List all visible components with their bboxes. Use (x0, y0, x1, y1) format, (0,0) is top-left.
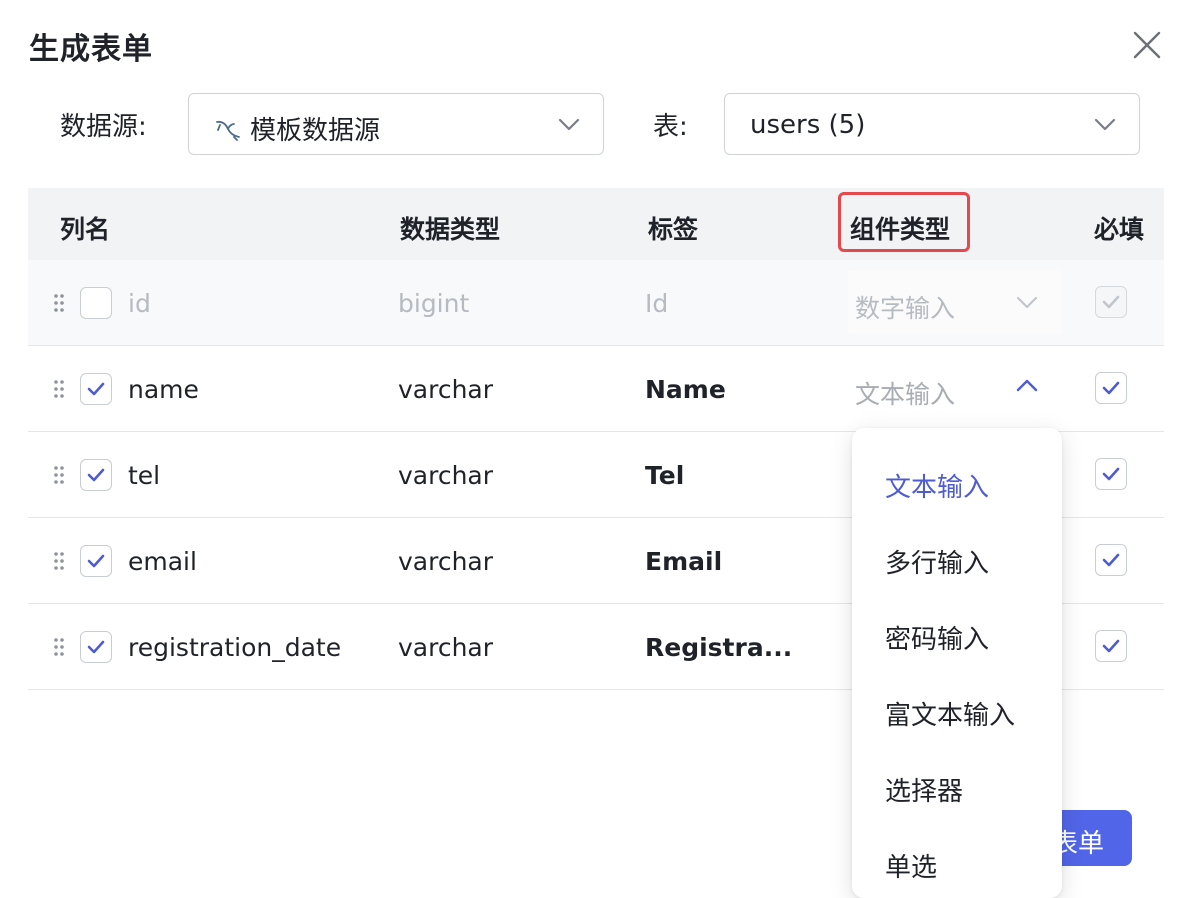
dialog-title: 生成表单 (29, 32, 153, 67)
row-column-name: name (128, 375, 199, 404)
row-column-name: registration_date (128, 633, 342, 662)
table-row: name varchar Name 文本输入 (28, 346, 1164, 432)
checkmark-icon (1102, 295, 1120, 309)
drag-handle-icon[interactable] (52, 550, 66, 572)
dropdown-option-radio[interactable]: 单选 (885, 847, 937, 884)
row-required-checkbox (1095, 286, 1127, 318)
row-component-value: 文本输入 (855, 380, 956, 409)
checkmark-icon (87, 640, 105, 654)
row-component-value: 数字输入 (855, 294, 956, 323)
dropdown-option-text-input[interactable]: 文本输入 (885, 467, 989, 504)
drag-handle-icon[interactable] (52, 378, 66, 400)
dropdown-option-select[interactable]: 选择器 (885, 771, 963, 808)
chevron-down-icon (558, 118, 580, 131)
checkmark-icon (1102, 381, 1120, 395)
row-select-checkbox[interactable] (80, 545, 112, 577)
row-required-checkbox[interactable] (1095, 458, 1127, 490)
highlight-annotation-box (838, 192, 970, 252)
row-select-checkbox[interactable] (80, 373, 112, 405)
drag-handle-icon[interactable] (52, 292, 66, 314)
datasource-value-wrap: 模板数据源 (214, 110, 380, 147)
row-select-checkbox[interactable] (80, 631, 112, 663)
column-header-data-type: 数据类型 (400, 215, 501, 244)
datasource-value: 模板数据源 (250, 116, 381, 146)
checkmark-icon (87, 382, 105, 396)
datasource-label: 数据源: (60, 112, 147, 142)
chevron-down-icon (1016, 296, 1038, 309)
drag-handle-icon[interactable] (52, 464, 66, 486)
row-column-name: id (128, 289, 151, 318)
column-header-name: 列名 (60, 215, 111, 244)
row-data-type: varchar (398, 375, 494, 404)
checkmark-icon (1102, 553, 1120, 567)
table-select[interactable]: users (5) (724, 93, 1140, 155)
dropdown-option-password[interactable]: 密码输入 (885, 619, 989, 656)
row-required-checkbox[interactable] (1095, 630, 1127, 662)
chevron-up-icon (1016, 379, 1038, 392)
drag-handle-icon[interactable] (52, 636, 66, 658)
table-value: users (5) (750, 110, 866, 140)
row-data-type: varchar (398, 633, 494, 662)
checkmark-icon (87, 468, 105, 482)
checkmark-icon (1102, 639, 1120, 653)
row-required-checkbox[interactable] (1095, 544, 1127, 576)
row-column-name: tel (128, 461, 161, 490)
dropdown-option-textarea[interactable]: 多行输入 (885, 543, 989, 580)
column-header-required: 必填 (1094, 215, 1145, 244)
checkmark-icon (1102, 467, 1120, 481)
row-column-name: email (128, 547, 197, 576)
checkmark-icon (87, 554, 105, 568)
table-label: 表: (653, 112, 688, 142)
row-component-select[interactable]: 文本输入 (848, 356, 1062, 420)
row-label: Id (645, 289, 669, 318)
row-data-type: varchar (398, 547, 494, 576)
column-header-label: 标签 (648, 215, 699, 244)
row-required-checkbox[interactable] (1095, 372, 1127, 404)
row-select-checkbox[interactable] (80, 459, 112, 491)
row-component-select[interactable]: 数字输入 (848, 270, 1062, 334)
table-row: id bigint Id 数字输入 (28, 260, 1164, 346)
row-data-type: bigint (398, 289, 470, 318)
close-icon[interactable] (1130, 28, 1164, 62)
row-label: Registra... (645, 633, 793, 662)
datasource-select[interactable]: 模板数据源 (188, 93, 604, 155)
component-type-dropdown: 文本输入 多行输入 密码输入 富文本输入 选择器 单选 (852, 428, 1062, 898)
chevron-down-icon (1094, 118, 1116, 131)
mysql-dolphin-icon (216, 120, 240, 141)
row-label: Tel (645, 461, 685, 490)
dropdown-option-rich-text[interactable]: 富文本输入 (885, 695, 1015, 732)
columns-table-header: 列名 数据类型 标签 组件类型 必填 (28, 188, 1164, 260)
row-label: Name (645, 375, 726, 404)
row-label: Email (645, 547, 723, 576)
row-data-type: varchar (398, 461, 494, 490)
generate-form-dialog: 生成表单 数据源: 模板数据源 表: users (5) 列名 数据类型 标签 … (0, 0, 1190, 898)
row-select-checkbox[interactable] (80, 287, 112, 319)
